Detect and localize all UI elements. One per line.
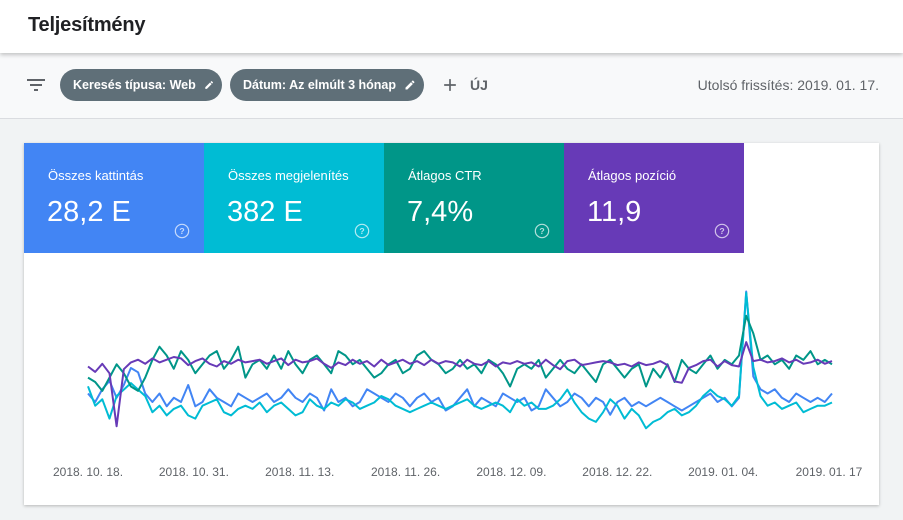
edit-icon[interactable] (204, 77, 214, 93)
series-line-2[interactable] (87, 314, 833, 392)
add-filter-button[interactable]: ÚJ (440, 69, 488, 101)
x-tick-label: 2018. 12. 09. (476, 465, 546, 479)
help-icon[interactable]: ? (534, 223, 550, 239)
date-filter-label: Dátum: Az elmúlt 3 hónap (243, 78, 397, 92)
metric-label: Összes megjelenítés (228, 168, 349, 183)
metric-card-clicks[interactable]: Összes kattintás 28,2 E ? (24, 143, 204, 253)
metric-value: 11,9 (587, 196, 642, 228)
svg-text:?: ? (179, 226, 184, 236)
filter-toolbar: Keresés típusa: Web Dátum: Az elmúlt 3 h… (0, 53, 903, 119)
svg-text:?: ? (539, 226, 544, 236)
search-type-filter-chip[interactable]: Keresés típusa: Web (60, 69, 222, 101)
series-line-3[interactable] (87, 341, 833, 428)
metric-card-position[interactable]: Átlagos pozíció 11,9 ? (564, 143, 744, 253)
performance-line-chart[interactable]: 2018. 10. 18. 2018. 10. 31. 2018. 11. 13. 2… (24, 253, 879, 505)
filter-list-icon[interactable] (24, 73, 48, 97)
last-updated-text: Utolsó frissítés: 2019. 01. 17. (697, 77, 879, 93)
x-tick-label: 2018. 12. 22. (582, 465, 652, 479)
x-tick-label: 2018. 11. 13. (265, 465, 334, 479)
metric-value: 382 E (227, 196, 303, 228)
add-filter-label: ÚJ (470, 77, 488, 93)
metric-label: Átlagos CTR (408, 168, 482, 183)
svg-text:?: ? (359, 226, 364, 236)
help-icon[interactable]: ? (354, 223, 370, 239)
metric-value: 7,4% (407, 196, 474, 228)
edit-icon[interactable] (404, 77, 416, 93)
x-tick-label: 2018. 11. 26. (371, 465, 440, 479)
metric-label: Átlagos pozíció (588, 168, 677, 183)
app-header: Teljesítmény (0, 0, 903, 53)
metric-card-ctr[interactable]: Átlagos CTR 7,4% ? (384, 143, 564, 253)
help-icon[interactable]: ? (714, 223, 730, 239)
x-tick-label: 2018. 10. 31. (159, 465, 229, 479)
metric-value: 28,2 E (47, 196, 131, 228)
x-tick-label: 2018. 10. 18. (53, 465, 123, 479)
help-icon[interactable]: ? (174, 223, 190, 239)
metric-label: Összes kattintás (48, 168, 144, 183)
performance-card: Összes kattintás 28,2 E ? Összes megjele… (24, 143, 879, 505)
plus-icon (444, 79, 456, 91)
x-tick-label: 2019. 01. 04. (688, 465, 758, 479)
search-type-filter-label: Keresés típusa: Web (73, 78, 196, 92)
x-tick-label: 2019. 01. 17 (796, 465, 863, 479)
metric-card-impressions[interactable]: Összes megjelenítés 382 E ? (204, 143, 384, 253)
page-title: Teljesítmény (28, 14, 146, 36)
svg-text:?: ? (719, 226, 724, 236)
date-filter-chip[interactable]: Dátum: Az elmúlt 3 hónap (230, 69, 424, 101)
